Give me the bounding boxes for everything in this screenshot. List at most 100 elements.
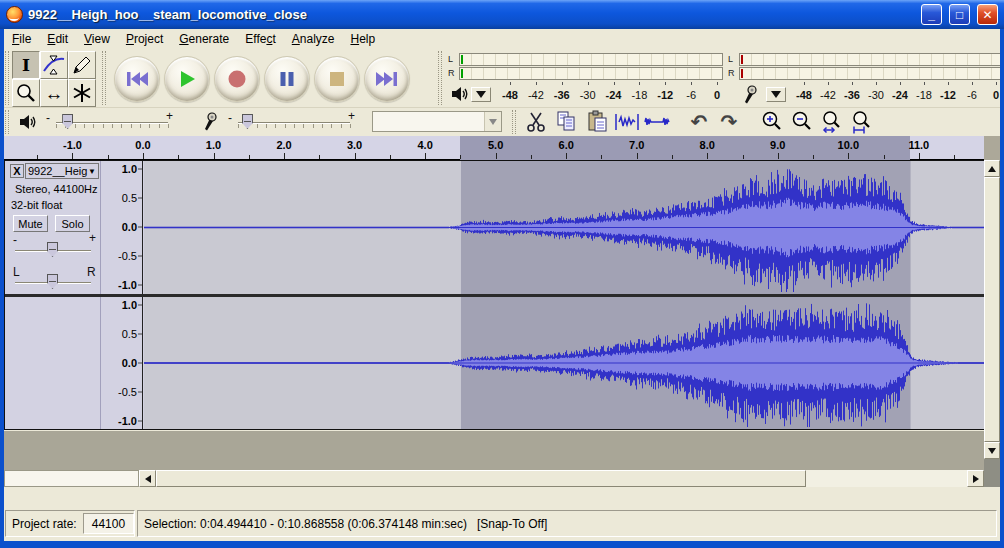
track-area: X 9922__Heig▼ Stereo, 44100Hz 32-bit flo… [4, 160, 984, 430]
vruler-tick [138, 392, 142, 393]
ruler-tick [390, 155, 391, 159]
edit-fit-selection-button[interactable] [818, 109, 846, 134]
gain-slider-thumb[interactable] [47, 242, 58, 257]
hscroll-thumb[interactable] [156, 470, 806, 487]
menu-effect[interactable]: Effect [237, 30, 283, 48]
minimize-button[interactable]: _ [921, 4, 942, 25]
tool-multi-tool[interactable] [68, 79, 96, 107]
scroll-up-button[interactable] [984, 160, 1000, 177]
menu-help[interactable]: Help [342, 30, 383, 48]
window-border-left [0, 29, 4, 548]
edit-silence-button[interactable] [643, 109, 671, 134]
ruler-label: -1.0 [63, 139, 82, 151]
project-rate-value[interactable]: 44100 [83, 513, 134, 534]
menu-generate[interactable]: Generate [171, 30, 237, 48]
meter-input-dropdown[interactable] [766, 87, 786, 102]
menu-file[interactable]: File [4, 30, 39, 48]
vertical-scrollbar[interactable] [984, 160, 1000, 459]
edit-cut-button[interactable] [522, 109, 550, 134]
menu-project[interactable]: Project [118, 30, 171, 48]
meter-output-dropdown[interactable] [471, 87, 491, 102]
vscroll-thumb[interactable] [984, 177, 1000, 442]
scroll-down-button[interactable] [984, 442, 1000, 459]
ruler-label: 7.0 [629, 139, 644, 151]
toolbar-grip[interactable] [438, 51, 442, 105]
mute-button[interactable]: Mute [13, 215, 48, 232]
menu-view[interactable]: View [76, 30, 118, 48]
edit-redo-button[interactable]: ↷ [715, 109, 743, 134]
meter-input-L-label: L [728, 54, 733, 64]
edit-fit-project-button[interactable] [848, 109, 876, 134]
tool-selection-tool[interactable]: I [12, 51, 40, 79]
edit-paste-button[interactable] [584, 109, 612, 134]
tool-draw-tool[interactable] [68, 51, 96, 79]
db-label: 0 [993, 89, 999, 101]
ruler-label: 2.0 [276, 139, 291, 151]
db-tick [828, 82, 829, 85]
track-title-menu[interactable]: 9922__Heig▼ [25, 163, 99, 179]
transport-record-button[interactable] [214, 56, 260, 102]
close-button[interactable]: ✕ [977, 4, 998, 25]
ruler-tick [707, 153, 708, 159]
db-tick [691, 82, 692, 85]
horizontal-scrollbar[interactable] [4, 470, 1000, 487]
edit-zoom-in-button[interactable] [758, 109, 786, 134]
maximize-button[interactable]: □ [949, 4, 970, 25]
edit-zoom-out-button[interactable] [788, 109, 816, 134]
scrollbar-corner [984, 459, 1000, 487]
up-arrow-icon [988, 166, 996, 172]
input-volume-slider-thumb[interactable] [242, 114, 253, 129]
waveform-left-channel[interactable] [144, 161, 984, 294]
transport-play-button[interactable] [164, 56, 210, 102]
transport-rewind-button[interactable] [114, 56, 160, 102]
scroll-right-button[interactable] [967, 470, 984, 487]
timeline-ruler[interactable]: -1.00.01.02.03.04.05.06.07.08.09.010.011… [4, 136, 984, 160]
window-border-right [1000, 29, 1004, 548]
dropdown-arrow-icon [489, 119, 497, 125]
pan-slider-thumb[interactable] [47, 274, 58, 289]
hscroll-trough[interactable] [806, 470, 967, 487]
toolbar-grip[interactable] [5, 51, 9, 105]
tool-envelope-tool[interactable] [40, 51, 68, 79]
slider-tick [303, 124, 304, 128]
menu-analyze[interactable]: Analyze [284, 30, 343, 48]
vruler-label: 0.5 [122, 192, 137, 204]
toolbar-grip[interactable] [102, 51, 106, 105]
toolbar-grip[interactable] [5, 110, 9, 134]
microphone-icon [202, 112, 218, 132]
stop-icon [325, 67, 349, 91]
pause-icon [275, 67, 299, 91]
slider-tick [313, 124, 314, 128]
transport-forward-button[interactable] [364, 56, 410, 102]
db-tick [562, 82, 563, 85]
edit-copy-button[interactable] [553, 109, 581, 134]
waveform-right-channel[interactable] [144, 297, 984, 429]
menubar: FileEditViewProjectGenerateEffectAnalyze… [4, 29, 1000, 49]
down-arrow-icon [988, 448, 996, 454]
window-title: 9922__Heigh_hoo__steam_locomotive_close [28, 7, 914, 22]
ruler-tick [214, 153, 215, 159]
track-close-button[interactable]: X [10, 164, 24, 178]
vruler-label: 0.5 [122, 328, 137, 340]
transport-stop-button[interactable] [314, 56, 360, 102]
solo-button[interactable]: Solo [55, 215, 90, 232]
tool-timeshift-tool[interactable]: ↔ [40, 79, 68, 107]
slider-tick [350, 124, 351, 128]
combo-arrow[interactable] [484, 112, 501, 131]
forward-icon [374, 67, 400, 91]
ruler-tick [848, 153, 849, 159]
edit-trim-button[interactable] [613, 109, 641, 134]
tool-zoom-tool[interactable] [12, 79, 40, 107]
ruler-tick [143, 153, 144, 159]
edit-undo-button[interactable]: ↶ [685, 109, 713, 134]
toolbar-grip[interactable] [512, 110, 516, 134]
meter-output-L-bar [459, 53, 723, 66]
output-volume-slider-thumb[interactable] [62, 114, 73, 129]
menu-edit[interactable]: Edit [39, 30, 76, 48]
track-bitdepth: 32-bit float [11, 199, 62, 211]
scroll-left-button[interactable] [139, 470, 156, 487]
input-device-select[interactable] [372, 111, 502, 132]
db-label: -18 [631, 89, 647, 101]
microphone-icon [742, 85, 758, 105]
transport-pause-button[interactable] [264, 56, 310, 102]
